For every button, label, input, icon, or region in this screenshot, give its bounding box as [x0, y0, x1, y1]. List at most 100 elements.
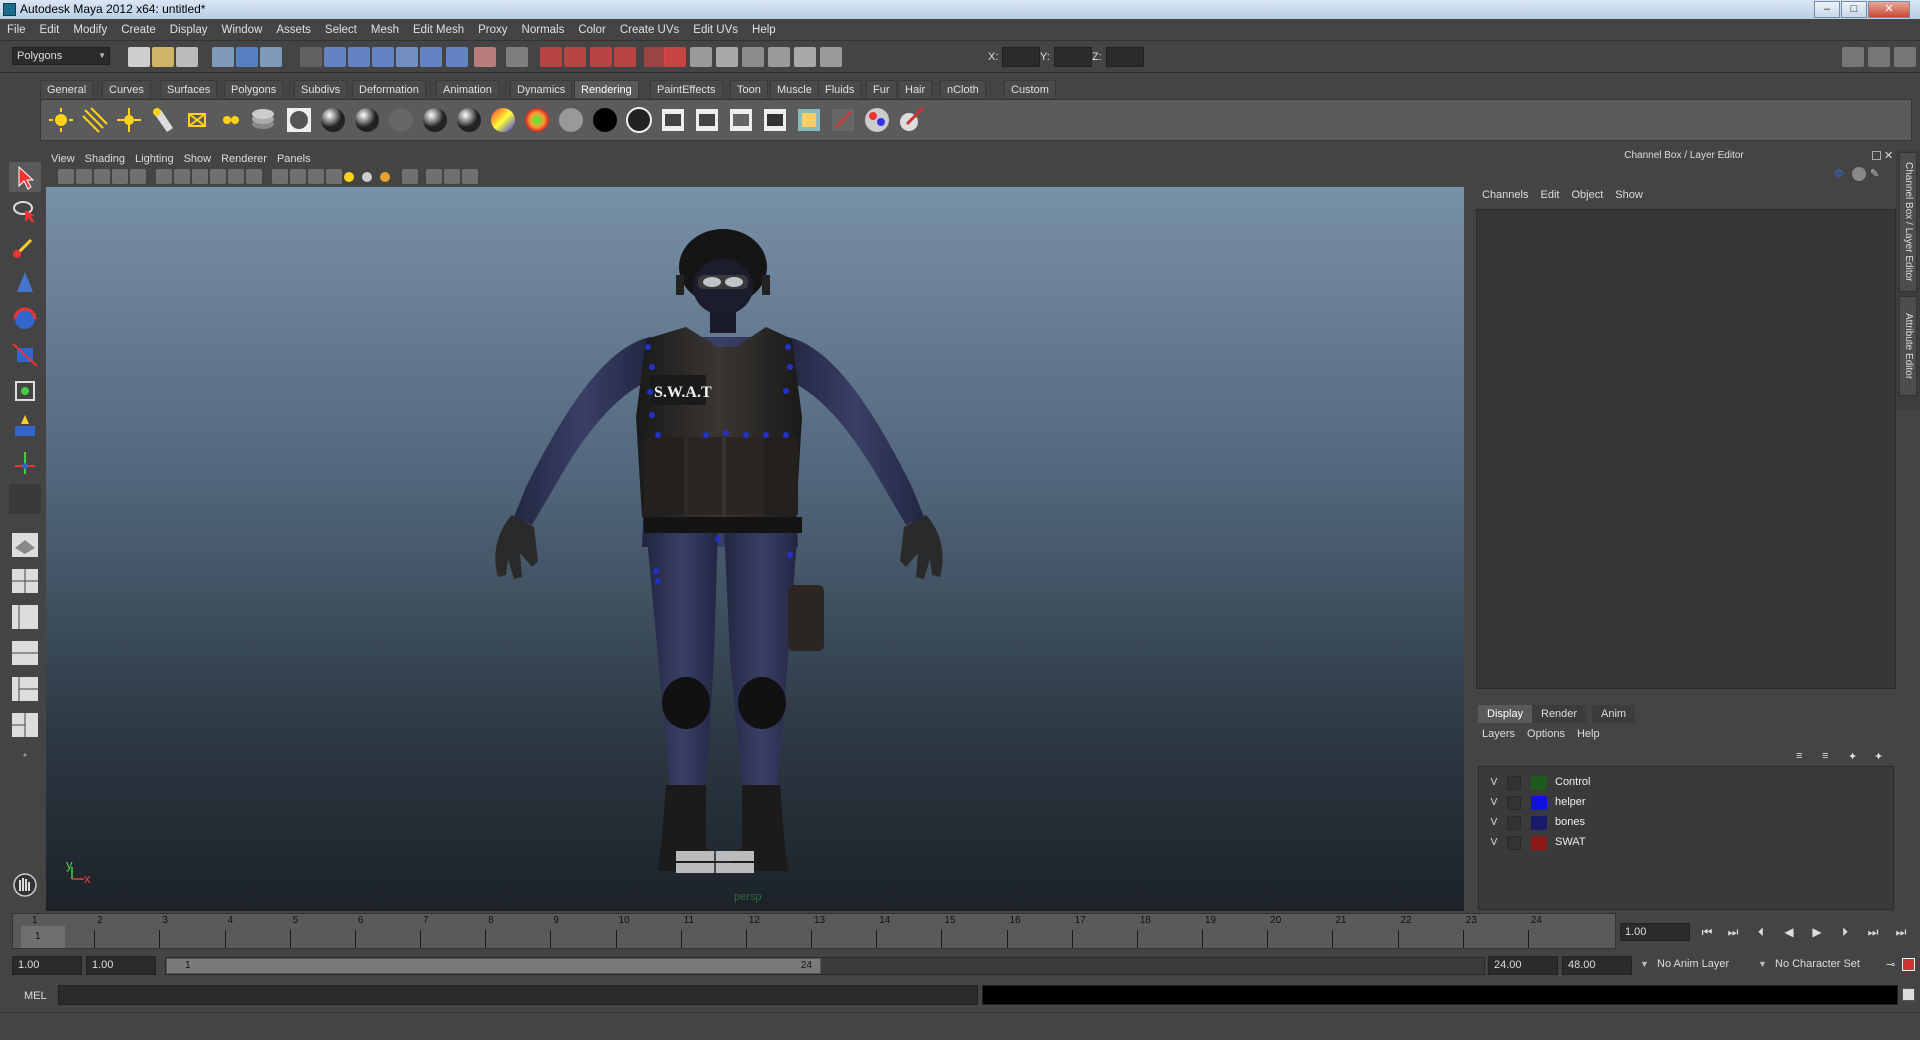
camera-icon[interactable]: [285, 106, 313, 134]
camera-grid-icon[interactable]: [130, 169, 146, 184]
ipr-icon[interactable]: [716, 47, 738, 67]
anisotropic-shader-icon[interactable]: [319, 106, 347, 134]
shelf-tab-fluids[interactable]: Fluids: [818, 80, 862, 98]
share-view-icon[interactable]: [462, 169, 478, 184]
channel-box-toggle-icon[interactable]: [1868, 47, 1890, 67]
lambert-shader-icon[interactable]: [387, 106, 415, 134]
layer-row[interactable]: Vbones: [1479, 813, 1893, 833]
isolate-select-icon[interactable]: [426, 169, 442, 184]
panel-layout-icon[interactable]: [1842, 47, 1864, 67]
layer-tab-anim[interactable]: Anim: [1592, 705, 1636, 723]
step-back-frame-button[interactable]: ⏴: [1750, 923, 1772, 941]
viewport-menu-lighting[interactable]: Lighting: [130, 151, 179, 167]
select-by-component-icon[interactable]: [260, 47, 282, 67]
layer-color-swatch[interactable]: [1531, 816, 1547, 830]
channel-box-mode-icon[interactable]: [1852, 167, 1866, 181]
batch-render-icon[interactable]: [829, 106, 857, 134]
persp-graph-layout-icon[interactable]: [9, 710, 41, 740]
surface-shader-icon[interactable]: [557, 106, 585, 134]
safe-title-icon[interactable]: [246, 169, 262, 184]
menu-select[interactable]: Select: [318, 19, 364, 41]
new-scene-icon[interactable]: [128, 47, 150, 67]
single-pane-layout-icon[interactable]: [9, 530, 41, 560]
xray-joints-icon[interactable]: [444, 169, 460, 184]
layer-visibility-toggle[interactable]: V: [1487, 816, 1501, 830]
play-forwards-button[interactable]: ▶: [1806, 923, 1828, 941]
wireframe-icon[interactable]: [272, 169, 288, 184]
shading-map-icon[interactable]: [523, 106, 551, 134]
layer-color-swatch[interactable]: [1531, 796, 1547, 810]
channel-box-pin-icon[interactable]: ✎: [1870, 167, 1884, 181]
film-gate-icon[interactable]: [156, 169, 172, 184]
pick-deformations-icon[interactable]: [420, 47, 442, 67]
shelf-tab-rendering[interactable]: Rendering: [574, 80, 639, 98]
playback-end-field[interactable]: 24.00: [1488, 956, 1558, 975]
save-scene-icon[interactable]: [176, 47, 198, 67]
scale-tool-icon[interactable]: [9, 340, 41, 370]
channel-box-menu-object[interactable]: Object: [1565, 185, 1609, 205]
menu-window[interactable]: Window: [214, 19, 269, 41]
channel-box-list[interactable]: [1476, 209, 1896, 689]
go-to-start-button[interactable]: ⏮: [1696, 923, 1718, 941]
viewport-menu-show[interactable]: Show: [179, 151, 217, 167]
swat-character-model[interactable]: S.W.A.T: [46, 187, 1464, 911]
layer-row[interactable]: V SWAT: [1479, 833, 1893, 853]
ramp-shader-icon[interactable]: [489, 106, 517, 134]
four-pane-layout-icon[interactable]: [9, 566, 41, 596]
show-hide-toolbox-icon[interactable]: [9, 870, 41, 900]
go-to-end-button[interactable]: ⏭: [1890, 923, 1912, 941]
shelf-tab-painteffects[interactable]: PaintEffects: [650, 80, 723, 98]
menu-set-dropdown[interactable]: Polygons ▼: [12, 47, 110, 65]
viewport-menu-shading[interactable]: Shading: [80, 151, 130, 167]
pick-rendering-icon[interactable]: [474, 47, 496, 67]
textured-icon[interactable]: [326, 169, 342, 184]
toolbox-collapse-icon[interactable]: [9, 748, 41, 762]
layer-playback-toggle[interactable]: [1507, 796, 1521, 810]
channel-box-display-icon[interactable]: ⚙: [1834, 167, 1848, 181]
pick-curves-icon[interactable]: [372, 47, 394, 67]
graph-layout-icon[interactable]: [9, 638, 41, 668]
playback-start-field[interactable]: 1.00: [86, 956, 156, 975]
layer-playback-toggle[interactable]: [1507, 816, 1521, 830]
open-scene-icon[interactable]: [152, 47, 174, 67]
channel-box-menu-channels[interactable]: Channels: [1476, 185, 1534, 205]
wireframe-on-shaded-icon[interactable]: [308, 169, 324, 184]
layer-tab-render[interactable]: Render: [1532, 705, 1587, 723]
ambient-light-icon[interactable]: [47, 106, 75, 134]
shelf-tab-surfaces[interactable]: Surfaces: [160, 80, 218, 98]
layer-color-swatch[interactable]: [1531, 836, 1547, 850]
shadows-icon[interactable]: [380, 172, 390, 182]
snap-to-view-plane-icon[interactable]: [614, 47, 636, 67]
maya-app-icon[interactable]: [3, 3, 16, 16]
animation-preferences-icon[interactable]: [1902, 958, 1915, 971]
phong-e-shader-icon[interactable]: [455, 106, 483, 134]
shelf-tab-muscle[interactable]: Muscle: [770, 80, 819, 98]
use-background-icon[interactable]: [591, 106, 619, 134]
menu-display[interactable]: Display: [163, 19, 215, 41]
new-empty-layer-icon[interactable]: ✦: [1848, 750, 1864, 764]
menu-create-uvs[interactable]: Create UVs: [613, 19, 686, 41]
blinn-shader-icon[interactable]: [353, 106, 381, 134]
shelf-tab-ncloth[interactable]: nCloth: [940, 80, 986, 98]
spot-light-icon[interactable]: [149, 106, 177, 134]
shelf-tab-curves[interactable]: Curves: [102, 80, 151, 98]
pick-handles-icon[interactable]: [324, 47, 346, 67]
render-settings-status-icon[interactable]: [742, 47, 764, 67]
mel-label[interactable]: MEL: [24, 990, 47, 1002]
menu-edit-mesh[interactable]: Edit Mesh: [406, 19, 471, 41]
menu-edit[interactable]: Edit: [33, 19, 67, 41]
step-forward-key-button[interactable]: ⏭: [1862, 923, 1884, 941]
rotate-tool-icon[interactable]: [9, 304, 41, 334]
render-current-frame-icon[interactable]: [659, 106, 687, 134]
shelf-tab-animation[interactable]: Animation: [436, 80, 499, 98]
y-field[interactable]: [1054, 47, 1092, 67]
mel-command-input[interactable]: [58, 985, 978, 1005]
step-back-key-button[interactable]: ⏭: [1722, 923, 1744, 941]
image-plane-icon[interactable]: [112, 169, 128, 184]
make-live-icon[interactable]: [644, 47, 666, 67]
shelf-tab-toon[interactable]: Toon: [730, 80, 768, 98]
area-light-icon[interactable]: [183, 106, 211, 134]
side-tab-attribute-editor[interactable]: Attribute Editor: [1899, 296, 1917, 396]
menu-file[interactable]: File: [0, 19, 33, 41]
side-tab-channel-box[interactable]: Channel Box / Layer Editor: [1899, 152, 1917, 292]
